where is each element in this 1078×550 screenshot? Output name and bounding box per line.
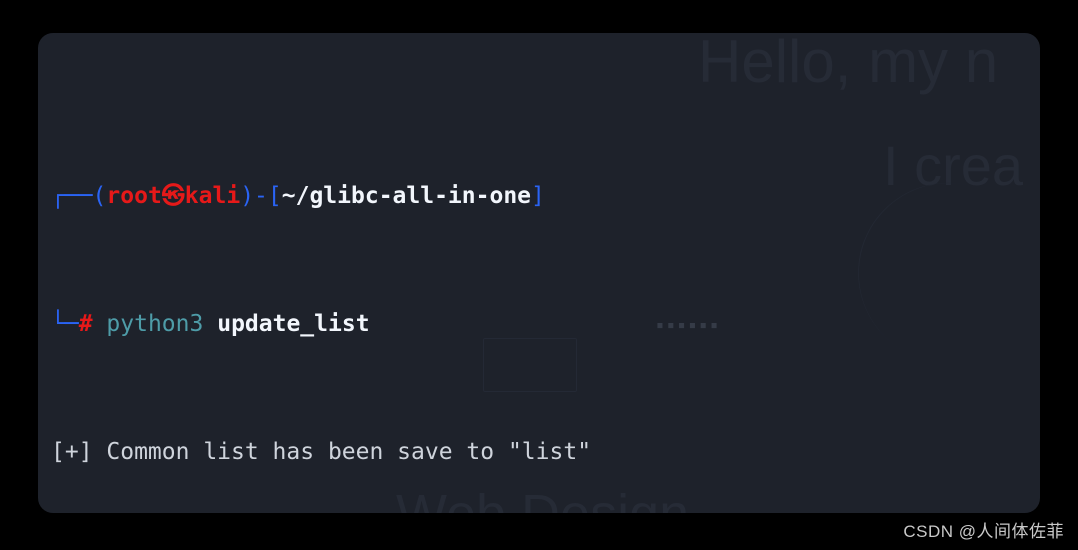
prompt-line-top: ┌──(root㉿kali)-[~/glibc-all-in-one]	[51, 180, 1040, 212]
command-program: python3	[106, 311, 204, 337]
prompt-user: root	[106, 183, 162, 209]
terminal-screen[interactable]: ┌──(root㉿kali)-[~/glibc-all-in-one] └─# …	[38, 33, 1040, 513]
prompt-frame-top-icon: ┌──	[51, 183, 93, 209]
kali-dragon-icon: ㉿	[161, 183, 185, 209]
prompt-close-bracket: ]	[531, 183, 545, 209]
prompt-open-paren: (	[92, 183, 107, 209]
prompt-dash: -	[254, 183, 268, 209]
output-line: [+] Common list has been save to "list"	[51, 439, 592, 465]
prompt-host: kali	[184, 183, 241, 209]
command-argument: update_list	[217, 311, 370, 337]
prompt-frame-bottom-icon: └─	[51, 311, 79, 337]
terminal-window[interactable]: Hello, my n I crea Web Design ▪▪▪▪▪▪ ┌──…	[38, 33, 1040, 513]
csdn-watermark: CSDN @人间体佐菲	[903, 522, 1064, 541]
prompt-open-bracket: [	[267, 183, 282, 209]
prompt-close-paren: )	[240, 183, 255, 209]
prompt-hash: #	[78, 311, 93, 337]
command-line[interactable]: └─# python3 update_list	[51, 308, 1040, 340]
prompt-path: ~/glibc-all-in-one	[281, 183, 532, 209]
